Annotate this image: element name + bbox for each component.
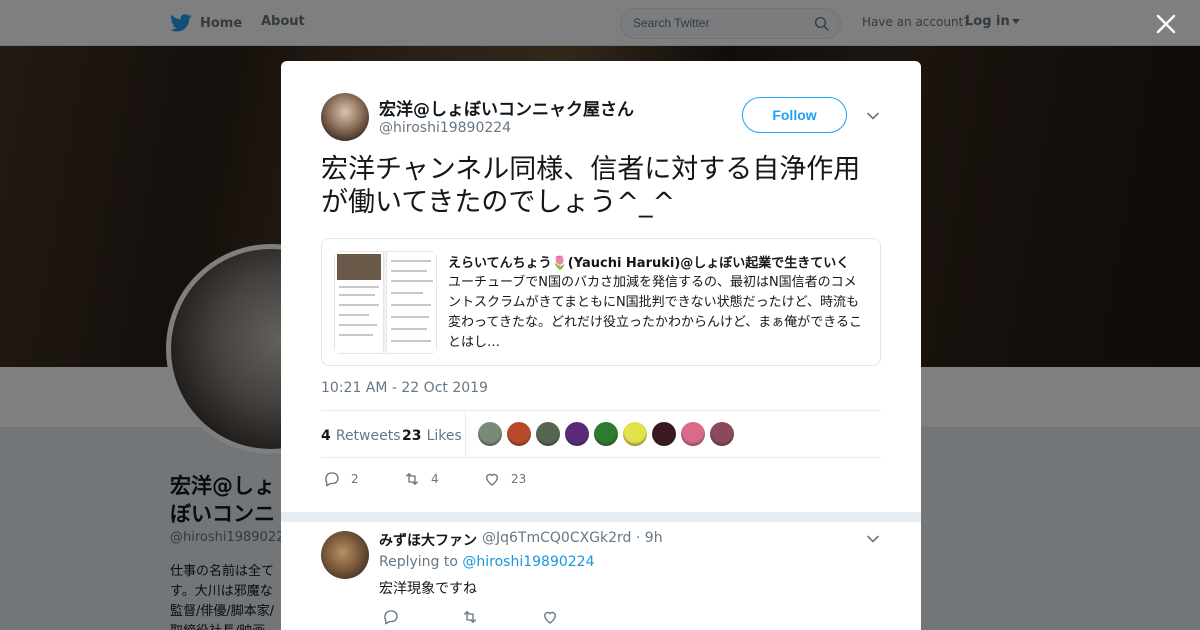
tweet-stats: 4 Retweets 23 Likes <box>321 410 881 458</box>
reply-author-avatar[interactable] <box>321 531 369 579</box>
tweet-text: 宏洋チャンネル同様、信者に対する自浄作用が働いてきたのでしょう^_^ <box>321 154 861 218</box>
replying-to-prefix: Replying to <box>379 554 458 570</box>
liker-avatar[interactable] <box>565 422 589 446</box>
reply-retweet-icon[interactable] <box>461 608 479 626</box>
reply-author-name[interactable]: みずほ大ファン <box>379 530 477 550</box>
replies-separator <box>281 512 921 522</box>
quoted-tweet-author: えらいてんちょう🌷(Yauchi Haruki)@しょぼい起業で生きていく <box>448 256 850 271</box>
reply-button[interactable]: 2 <box>323 470 359 488</box>
reply-text: 宏洋現象ですね <box>379 581 477 597</box>
retweet-button[interactable]: 4 <box>403 470 439 488</box>
tweet-timestamp[interactable]: 10:21 AM - 22 Oct 2019 <box>321 380 488 396</box>
liker-avatar[interactable] <box>652 422 676 446</box>
replying-to-link[interactable]: @hiroshi19890224 <box>462 554 594 570</box>
stats-divider <box>465 411 466 457</box>
retweet-count: 4 <box>431 472 439 486</box>
author-name[interactable]: 宏洋@しょぼいコンニャク屋さん <box>379 95 634 120</box>
close-icon[interactable] <box>1154 12 1178 36</box>
reply-heart-icon[interactable] <box>541 608 559 626</box>
liker-avatar[interactable] <box>710 422 734 446</box>
quoted-tweet[interactable]: えらいてんちょう🌷(Yauchi Haruki)@しょぼい起業で生きていく ユー… <box>321 238 881 366</box>
liker-avatar[interactable] <box>594 422 618 446</box>
retweets-count: 4 <box>321 428 331 444</box>
liker-avatar[interactable] <box>623 422 647 446</box>
author-avatar[interactable] <box>321 93 369 141</box>
author-handle[interactable]: @hiroshi19890224 <box>379 120 511 136</box>
like-button[interactable]: 23 <box>483 470 526 488</box>
reply-icon <box>325 472 339 487</box>
retweet-icon <box>406 473 418 485</box>
reply-author-handle[interactable]: @Jq6TmCQ0CXGk2rd · 9h <box>482 530 663 546</box>
quoted-tweet-image <box>334 251 437 354</box>
retweets-label: Retweets <box>335 428 401 444</box>
like-count: 23 <box>511 472 527 486</box>
quoted-tweet-text: ユーチューブでN国のバカさ加減を発信するの、最初はN国信者のコメントスクラムがき… <box>448 275 863 350</box>
reply-reply-icon[interactable] <box>382 608 400 626</box>
likes-stat[interactable]: 23 Likes <box>402 425 462 444</box>
follow-button[interactable]: Follow <box>742 97 847 133</box>
likes-label: Likes <box>426 428 462 444</box>
liker-avatar[interactable] <box>478 422 502 446</box>
reply-chevron-down-icon[interactable] <box>866 532 880 546</box>
liker-avatars <box>478 422 734 446</box>
replying-to: Replying to @hiroshi19890224 <box>379 554 594 570</box>
liker-avatar[interactable] <box>536 422 560 446</box>
reply-count: 2 <box>351 472 359 486</box>
liker-avatar[interactable] <box>507 422 531 446</box>
chevron-down-icon[interactable] <box>866 109 880 123</box>
heart-icon <box>486 473 498 486</box>
retweets-stat[interactable]: 4 Retweets <box>321 425 401 444</box>
tweet-modal: 宏洋@しょぼいコンニャク屋さん @hiroshi19890224 Follow … <box>281 61 921 630</box>
likes-count: 23 <box>402 428 422 444</box>
liker-avatar[interactable] <box>681 422 705 446</box>
